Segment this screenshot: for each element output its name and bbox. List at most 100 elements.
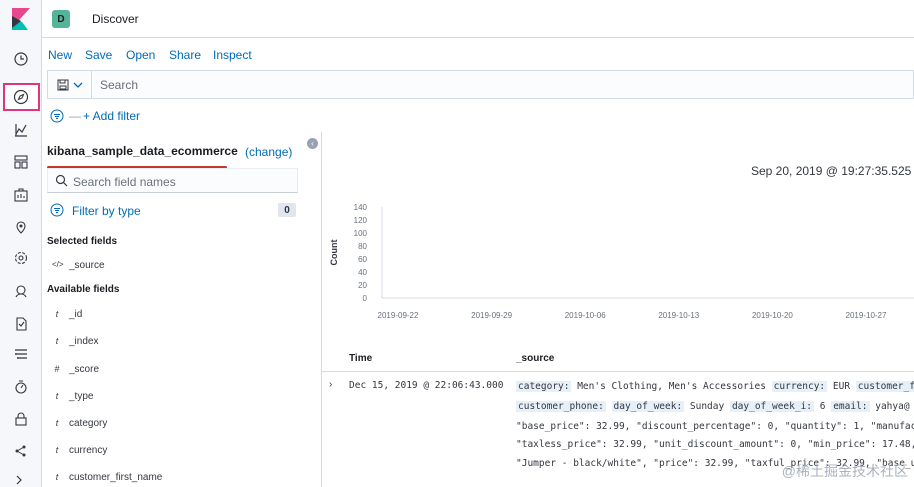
field-name: customer_first_name [69,472,163,483]
save-disk-icon [57,79,68,90]
logs-icon[interactable] [11,314,31,334]
new-button[interactable]: New [48,48,72,62]
row-timestamp: Dec 15, 2019 @ 22:06:43.000 [349,380,504,391]
field-name: _score [69,364,100,375]
source-line-3: "base_price": 32.99, "discount_percentag… [516,421,914,432]
time-range-label[interactable]: Sep 20, 2019 @ 19:27:35.525 - [751,164,914,178]
source-value [606,401,612,412]
page-title: Discover [92,12,139,26]
space-avatar[interactable]: D [52,10,70,28]
nav-rail [0,0,42,487]
devtools-icon[interactable] [11,471,31,487]
add-filter-button[interactable]: + Add filter [83,109,140,123]
source-column-header[interactable]: _source [516,353,554,364]
source-key: day_of_week: [611,401,685,412]
field-search-placeholder: Search field names [73,175,176,189]
discover-compass-icon[interactable] [11,87,31,107]
change-index-link[interactable]: (change) [245,145,292,159]
source-type-icon: </> [52,260,64,269]
string-type-icon: t [55,309,59,319]
y-tick-label: 40 [358,268,367,277]
filter-icon [50,203,64,217]
x-tick-label: 2019-10-27 [846,311,887,320]
string-type-icon: t [55,472,59,482]
dashboard-icon[interactable] [11,152,31,172]
available-fields-title: Available fields [47,284,120,295]
y-tick-label: 120 [354,216,368,225]
source-key: category: [516,381,572,392]
top-nav-menu: New Save Open Share Inspect [42,39,914,69]
field-name: _id [69,309,83,320]
graph-icon[interactable] [11,441,31,461]
chevron-left-icon: ‹ [311,139,314,148]
x-tick-label: 2019-10-06 [565,311,606,320]
share-button[interactable]: Share [169,48,201,62]
time-column-header[interactable]: Time [349,353,372,364]
string-type-icon: t [55,445,59,455]
x-tick-label: 2019-10-20 [752,311,793,320]
selected-fields-title: Selected fields [47,236,118,247]
filter-by-type-label: Filter by type [72,204,141,218]
field-name: _index [69,336,99,347]
field-name: category [69,418,108,429]
number-type-icon: # [54,364,60,374]
search-icon [55,174,68,187]
clock-icon[interactable] [11,49,31,69]
x-tick-label: 2019-09-29 [471,311,512,320]
x-tick-label: 2019-09-22 [378,311,419,320]
index-pattern-title: kibana_sample_data_ecommerce [47,144,238,158]
maps-icon[interactable] [11,217,31,237]
discover-main: Sep 20, 2019 @ 19:27:35.525 - 0 20 40 60 80 1… [321,132,914,487]
filter-options-icon[interactable] [50,109,64,123]
y-tick-label: 140 [354,203,368,212]
uptime-icon[interactable] [11,377,31,397]
source-value: Men's Clothing, Men's Accessories [571,381,772,392]
chevron-down-icon [73,82,82,88]
expand-row-icon[interactable]: › [329,379,332,390]
doc-table-header: Time _source [322,342,914,372]
string-type-icon: t [55,418,59,428]
source-value: EUR [827,381,856,392]
kibana-logo-icon[interactable] [12,8,30,30]
field-search-input[interactable]: Search field names [47,168,298,193]
collapse-sidebar-button[interactable]: ‹ [307,138,318,149]
y-tick-label: 80 [358,242,367,251]
source-key: day_of_week_i: [729,401,815,412]
save-button[interactable]: Save [85,48,112,62]
ml-icon[interactable] [11,248,31,268]
source-value: Sunday [684,401,730,412]
source-key: currency: [771,381,828,392]
filter-divider: — [69,109,81,123]
source-line-4: "taxless_price": 32.99, "unit_discount_a… [516,439,914,450]
y-tick-label: 100 [354,229,368,238]
source-value: yahya@ [869,401,910,412]
source-value: 6 [814,401,832,412]
canvas-icon[interactable] [11,185,31,205]
source-line-1: category: Men's Clothing, Men's Accessor… [516,381,914,392]
source-key: email: [831,401,870,412]
field-name: _type [69,391,94,402]
search-input[interactable]: Search [100,78,138,92]
field-sidebar: kibana_sample_data_ecommerce (change) ‹ … [42,132,320,487]
x-tick-label: 2019-10-13 [658,311,699,320]
y-tick-label: 60 [358,255,367,264]
open-button[interactable]: Open [126,48,155,62]
inspect-button[interactable]: Inspect [213,48,252,62]
filter-by-type-button[interactable]: Filter by type 0 [47,202,298,220]
siem-lock-icon[interactable] [11,409,31,429]
source-line-2: customer_phone: day_of_week: Sunday day_… [516,401,914,412]
visualize-icon[interactable] [11,120,31,140]
apm-icon[interactable] [11,345,31,365]
y-tick-label: 0 [363,294,368,303]
source-key: customer_phone: [516,401,606,412]
field-name: currency [69,445,108,456]
field-name: _source [69,260,105,271]
string-type-icon: t [55,336,59,346]
filter-count-badge: 0 [278,203,296,217]
source-key: customer_f [855,381,914,392]
watermark: @稀土掘金技术社区 [781,463,908,479]
top-header: D Discover [42,0,914,38]
infrastructure-icon[interactable] [11,281,31,301]
saved-queries-button[interactable] [48,71,92,98]
histogram-chart: 0 20 40 60 80 100 120 140 2019-09-22 2019-09-29 20… [329,203,914,320]
